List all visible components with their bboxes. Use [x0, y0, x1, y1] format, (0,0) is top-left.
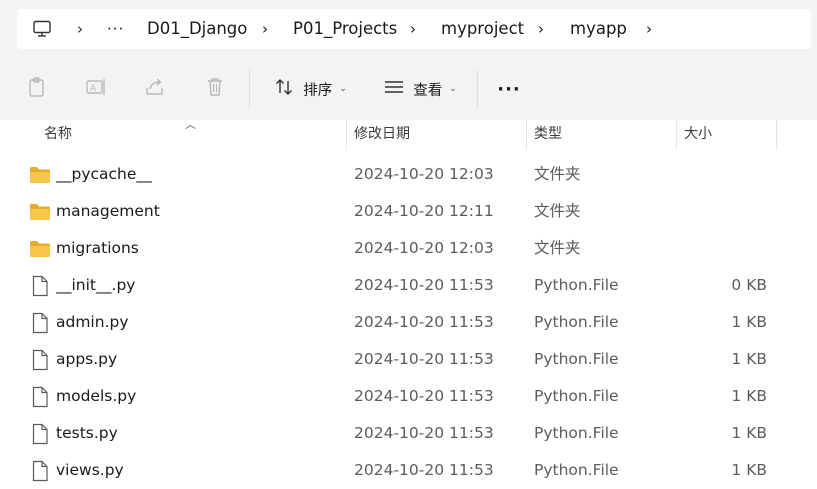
file-icon: [29, 312, 51, 334]
file-name: admin.py: [56, 313, 129, 331]
address-bar-region: › ··· D01_Django › P01_Projects › myproj…: [0, 0, 817, 58]
file-row[interactable]: __init__.py 2024-10-20 11:53 Python.File 0 …: [0, 267, 817, 304]
file-size: 1 KB: [731, 461, 767, 479]
column-header-date[interactable]: 修改日期: [354, 120, 410, 150]
view-list-icon: [383, 76, 405, 102]
file-name: management: [56, 202, 160, 220]
column-divider[interactable]: [346, 120, 347, 150]
breadcrumb-item[interactable]: D01_Django: [147, 9, 247, 49]
file-type: 文件夹: [534, 165, 581, 183]
file-size: 1 KB: [731, 350, 767, 368]
file-row[interactable]: apps.py 2024-10-20 11:53 Python.File 1 KB: [0, 341, 817, 378]
file-icon: [29, 349, 51, 371]
file-type: Python.File: [534, 313, 619, 331]
toolbar-divider: [249, 70, 250, 108]
file-type: Python.File: [534, 387, 619, 405]
breadcrumb-separator-icon[interactable]: ›: [410, 9, 416, 49]
chevron-down-icon: ⌄: [449, 84, 457, 94]
column-header-name[interactable]: 名称: [44, 120, 72, 150]
breadcrumb-item[interactable]: myproject: [441, 9, 524, 49]
file-row[interactable]: management 2024-10-20 12:11 文件夹: [0, 193, 817, 230]
file-name: models.py: [56, 387, 137, 405]
command-toolbar: A 排序 ⌄ 查看 ⌄ ···: [0, 58, 817, 120]
file-row[interactable]: tests.py 2024-10-20 11:53 Python.File 1 KB: [0, 415, 817, 452]
file-date: 2024-10-20 11:53: [354, 276, 494, 294]
sort-ascending-icon: ︿: [185, 118, 196, 131]
file-row[interactable]: models.py 2024-10-20 11:53 Python.File 1 KB: [0, 378, 817, 415]
file-icon: [29, 423, 51, 445]
breadcrumb-separator-icon[interactable]: ›: [77, 9, 83, 49]
folder-icon: [29, 201, 51, 223]
file-date: 2024-10-20 11:53: [354, 424, 494, 442]
file-type: Python.File: [534, 461, 619, 479]
column-headers: ︿ 名称 修改日期 类型 大小: [0, 118, 817, 150]
breadcrumb-separator-icon[interactable]: ›: [646, 9, 652, 49]
breadcrumb-item[interactable]: myapp: [570, 9, 627, 49]
computer-icon[interactable]: [32, 19, 52, 39]
trash-icon: [204, 76, 226, 102]
file-date: 2024-10-20 12:11: [354, 202, 494, 220]
file-name: tests.py: [56, 424, 118, 442]
folder-icon: [29, 164, 51, 186]
sort-icon: [273, 76, 295, 102]
file-type: Python.File: [534, 350, 619, 368]
file-icon: [29, 460, 51, 482]
file-row[interactable]: migrations 2024-10-20 12:03 文件夹: [0, 230, 817, 267]
folder-icon: [29, 238, 51, 260]
file-type: Python.File: [534, 424, 619, 442]
file-date: 2024-10-20 12:03: [354, 239, 494, 257]
file-row[interactable]: admin.py 2024-10-20 11:53 Python.File 1 KB: [0, 304, 817, 341]
file-date: 2024-10-20 11:53: [354, 350, 494, 368]
column-divider[interactable]: [676, 120, 677, 150]
breadcrumb-item[interactable]: P01_Projects: [293, 9, 397, 49]
paste-button[interactable]: [20, 70, 54, 108]
view-button[interactable]: 查看 ⌄: [377, 70, 463, 108]
file-name: __init__.py: [56, 276, 136, 294]
more-options-button[interactable]: ···: [492, 70, 526, 108]
file-date: 2024-10-20 11:53: [354, 461, 494, 479]
chevron-down-icon: ⌄: [339, 84, 347, 94]
file-date: 2024-10-20 11:53: [354, 313, 494, 331]
view-label: 查看: [413, 82, 443, 99]
file-date: 2024-10-20 12:03: [354, 165, 494, 183]
breadcrumb-overflow-icon[interactable]: ···: [107, 9, 124, 49]
column-header-type[interactable]: 类型: [534, 120, 562, 150]
column-divider[interactable]: [776, 120, 777, 150]
file-icon: [29, 386, 51, 408]
file-type: 文件夹: [534, 239, 581, 257]
file-name: views.py: [56, 461, 124, 479]
file-row[interactable]: __pycache__ 2024-10-20 12:03 文件夹: [0, 156, 817, 193]
share-button[interactable]: [138, 70, 172, 108]
file-size: 1 KB: [731, 424, 767, 442]
sort-label: 排序: [303, 82, 333, 99]
file-row[interactable]: views.py 2024-10-20 11:53 Python.File 1 KB: [0, 452, 817, 489]
svg-text:A: A: [90, 84, 97, 94]
rename-icon: A: [85, 76, 107, 102]
file-name: __pycache__: [56, 165, 152, 183]
file-type: Python.File: [534, 276, 619, 294]
breadcrumb-separator-icon[interactable]: ›: [538, 9, 544, 49]
file-size: 1 KB: [731, 313, 767, 331]
column-divider[interactable]: [526, 120, 527, 150]
more-icon: ···: [497, 78, 521, 100]
rename-button[interactable]: A: [79, 70, 113, 108]
file-size: 1 KB: [731, 387, 767, 405]
file-name: apps.py: [56, 350, 118, 368]
column-header-size[interactable]: 大小: [684, 120, 712, 150]
toolbar-divider: [477, 70, 478, 108]
sort-button[interactable]: 排序 ⌄: [266, 70, 354, 108]
breadcrumb-separator-icon[interactable]: ›: [262, 9, 268, 49]
file-type: 文件夹: [534, 202, 581, 220]
file-date: 2024-10-20 11:53: [354, 387, 494, 405]
file-size: 0 KB: [731, 276, 767, 294]
breadcrumb[interactable]: › ··· D01_Django › P01_Projects › myproj…: [17, 9, 811, 49]
share-icon: [144, 76, 166, 102]
delete-button[interactable]: [198, 70, 232, 108]
file-name: migrations: [56, 239, 139, 257]
file-icon: [29, 275, 51, 297]
paste-icon: [26, 76, 48, 102]
